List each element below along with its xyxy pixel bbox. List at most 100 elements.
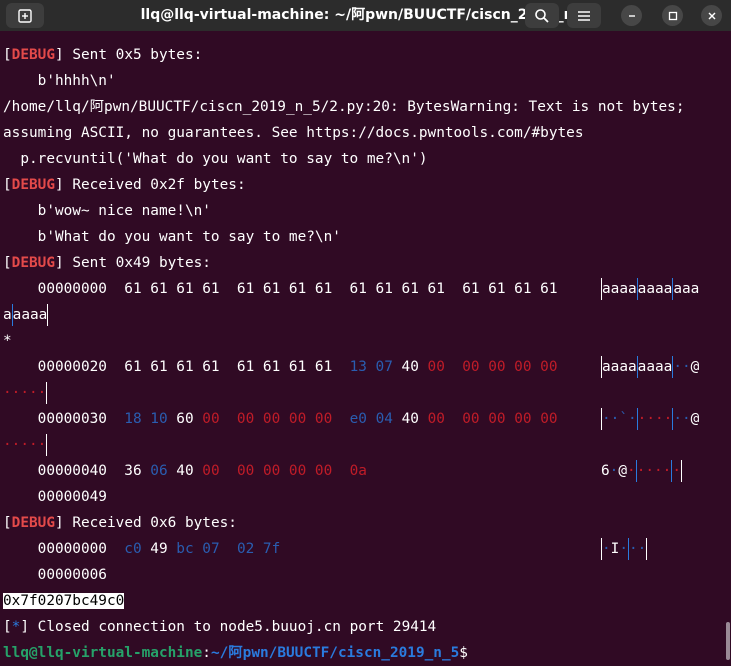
hexdump-row: 00000030 18 10 60 00 00 00 00 00 e0 04 4…	[3, 406, 558, 432]
ascii-chunk: ··`·	[602, 411, 637, 427]
hexdump-end-offset: 00000049	[3, 489, 107, 505]
hexdump-bytes: 00 00 00 00 00 0a	[202, 463, 367, 479]
log-received-header: [DEBUG] Received 0x2f bytes:	[3, 172, 246, 198]
ascii-chunk: ·····	[3, 385, 47, 401]
payload-line: b'wow~ nice name!\n'	[3, 203, 211, 219]
hexdump-bytes: 61 61 61 61 61 61 61 61 61 61 61 61 61 6…	[124, 281, 558, 297]
hexdump-bytes: 61 61 61 61 61 61 61 61	[124, 359, 350, 375]
hexdump-repeat: *	[3, 333, 12, 349]
ascii-chunk: ·····	[3, 437, 47, 453]
payload-line: b'What do you want to say to me?\n'	[3, 229, 341, 245]
log-text: Sent 0x5 bytes:	[63, 47, 203, 63]
hexdump-end-offset: 00000006	[3, 567, 107, 583]
hexdump-ascii: aaaaaaaaaaa	[601, 276, 699, 302]
terminal-output[interactable]: [DEBUG] Sent 0x5 bytes: b'hhhh\n' /home/…	[0, 31, 731, 661]
hexdump-bytes: 18 10	[124, 411, 177, 427]
hexdump-bytes: 40	[176, 463, 203, 479]
menu-button[interactable]	[567, 3, 601, 28]
hexdump-ascii-wrap: ·····	[3, 432, 48, 458]
maximize-button[interactable]	[662, 5, 683, 26]
hexdump-offset: 00000020	[3, 359, 125, 375]
log-sent-header: [DEBUG] Sent 0x5 bytes:	[3, 42, 202, 68]
hexdump-bytes: 60	[176, 411, 203, 427]
close-button[interactable]	[701, 5, 722, 26]
hexdump-row: 00000020 61 61 61 61 61 61 61 61 13 07 4…	[3, 354, 558, 380]
tag-bracket: ]	[20, 619, 30, 635]
log-text: Received 0x2f bytes:	[63, 177, 246, 193]
debug-tag: DEBUG	[11, 47, 55, 63]
hexdump-bytes: 00 00 00 00 00	[427, 359, 558, 375]
tag-bracket: ]	[55, 177, 64, 193]
tag-bracket: ]	[55, 47, 64, 63]
ascii-chunk: ·	[602, 541, 611, 557]
leaked-address[interactable]: 0x7f0207bc49c0	[3, 593, 125, 609]
search-button[interactable]	[525, 3, 559, 28]
ascii-chunk: ·	[619, 541, 629, 557]
hexdump-bytes: 40	[401, 411, 428, 427]
ascii-chunk: aaaa	[602, 281, 637, 297]
hexdump-offset: 00000000	[3, 541, 125, 557]
ascii-chunk: ····	[636, 463, 672, 479]
ascii-chunk: a	[3, 307, 12, 323]
ascii-chunk: aaa	[673, 281, 700, 297]
ascii-chunk: @	[690, 411, 700, 427]
warning-line: assuming ASCII, no guarantees. See https…	[3, 125, 584, 141]
prompt-user-host: llq@llq-virtual-machine	[3, 645, 203, 661]
prompt-path: ~/阿pwn/BUUCTF/ciscn_2019_n_5	[210, 645, 460, 661]
ascii-chunk: ··	[673, 359, 691, 375]
ascii-chunk: aaaa	[12, 307, 48, 323]
info-closed-connection: [*] Closed connection to node5.buuoj.cn …	[3, 614, 436, 640]
warning-line: /home/llq/阿pwn/BUUCTF/ciscn_2019_n_5/2.p…	[3, 99, 685, 115]
hexdump-bytes: 00 00 00 00 00	[427, 411, 558, 427]
ascii-chunk: @	[618, 463, 628, 479]
debug-tag: DEBUG	[11, 177, 55, 193]
tag-bracket: ]	[55, 255, 64, 271]
prompt-separator: :	[202, 645, 211, 661]
hexdump-bytes: 00 00 00 00 00	[202, 411, 350, 427]
hexdump-ascii: ·I···	[601, 536, 648, 562]
scrollbar-thumb[interactable]	[726, 622, 730, 660]
ascii-chunk: ··	[673, 411, 691, 427]
hexdump-ascii-wrap: ·····	[3, 380, 48, 406]
minimize-icon	[628, 14, 635, 17]
title-bar: llq@llq-virtual-machine: ~/阿pwn/BUUCTF/c…	[0, 0, 731, 31]
hexdump-bytes: c0	[124, 541, 151, 557]
ascii-chunk: ····	[637, 411, 673, 427]
tag-bracket: [	[3, 177, 12, 193]
tag-bracket: [	[3, 515, 12, 531]
tag-bracket: [	[3, 619, 12, 635]
tag-bracket: [	[3, 47, 12, 63]
hexdump-bytes: 49	[150, 541, 177, 557]
hexdump-row: 00000000 c0 49 bc 07 02 7f	[3, 536, 281, 562]
shell-prompt[interactable]: llq@llq-virtual-machine:~/阿pwn/BUUCTF/ci…	[3, 640, 468, 666]
hexdump-bytes: bc 07 02 7f	[176, 541, 281, 557]
debug-tag: DEBUG	[11, 255, 55, 271]
log-received-header: [DEBUG] Received 0x6 bytes:	[3, 510, 237, 536]
hexdump-offset: 00000000	[3, 281, 125, 297]
minimize-button[interactable]	[621, 5, 642, 26]
leaked-address-line: 0x7f0207bc49c0	[3, 588, 125, 614]
ascii-chunk: aaaa	[637, 281, 673, 297]
ascii-chunk: 6	[601, 463, 610, 479]
hexdump-ascii: 6·@······	[601, 458, 683, 484]
ascii-chunk: aaaa	[637, 359, 673, 375]
hexdump-ascii: ··`·······@	[601, 406, 699, 432]
ascii-chunk: aaaa	[602, 359, 637, 375]
log-text: Sent 0x49 bytes:	[63, 255, 211, 271]
hexdump-bytes: e0 04	[349, 411, 402, 427]
warning-line: p.recvuntil('What do you want to say to …	[3, 151, 428, 167]
hexdump-bytes: 06	[150, 463, 177, 479]
maximize-icon	[668, 11, 677, 20]
hexdump-row: 00000040 36 06 40 00 00 00 00 00 0a	[3, 458, 367, 484]
search-icon	[535, 8, 549, 23]
hexdump-ascii-wrap: aaaaa	[3, 302, 49, 328]
close-icon	[708, 12, 715, 19]
tag-bracket: [	[3, 255, 12, 271]
hexdump-offset: 00000040	[3, 463, 125, 479]
debug-tag: DEBUG	[11, 515, 55, 531]
log-text: Received 0x6 bytes:	[63, 515, 237, 531]
hexdump-ascii: aaaaaaaa··@	[601, 354, 699, 380]
hexdump-bytes: 36	[124, 463, 151, 479]
tag-bracket: ]	[55, 515, 64, 531]
ascii-chunk: ·	[627, 463, 636, 479]
